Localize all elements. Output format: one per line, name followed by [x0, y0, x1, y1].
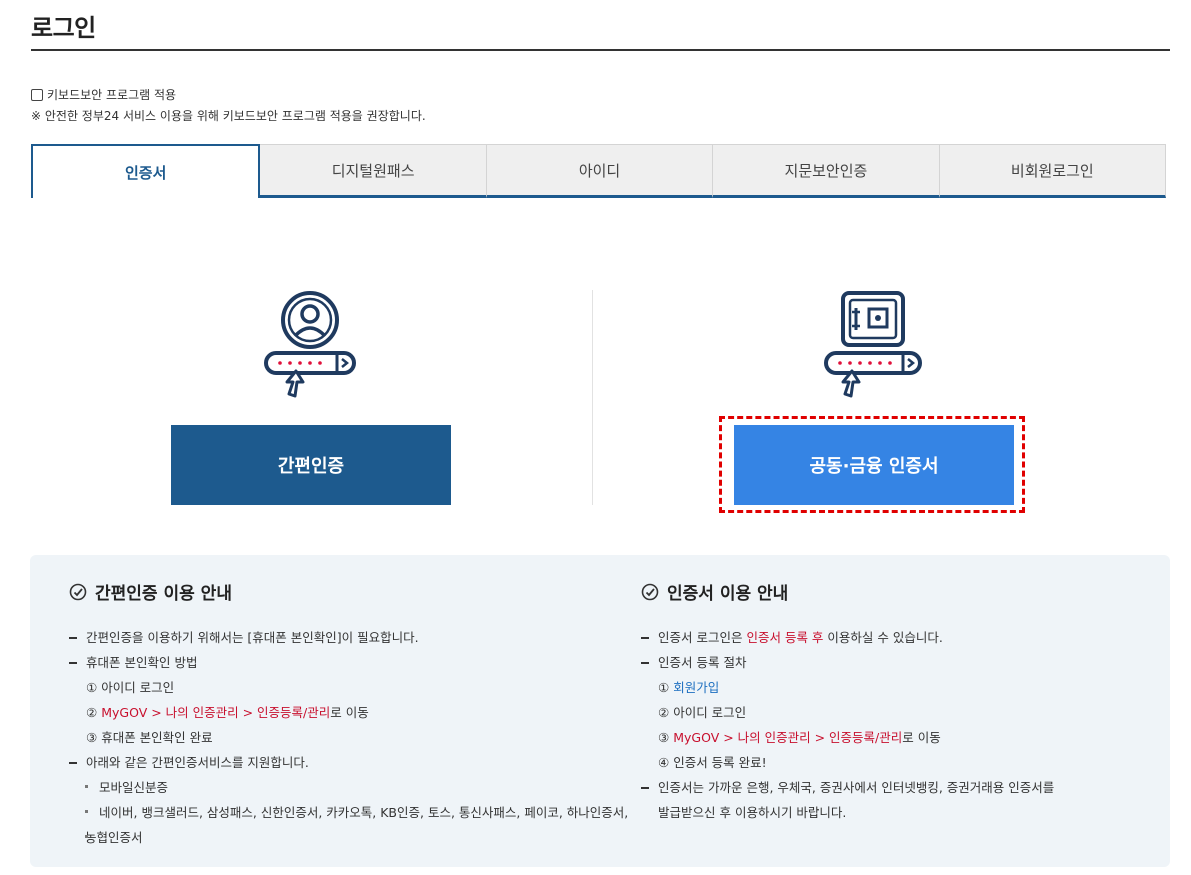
guide-step: ③ 휴대폰 본인확인 완료: [69, 725, 629, 750]
tab-fingerprint[interactable]: 지문보안인증: [713, 144, 940, 198]
guide-heading: 인증서 이용 안내: [641, 579, 1141, 604]
mygov-cert-link[interactable]: MyGOV > 나의 인증관리 > 인증등록/관리: [101, 705, 330, 720]
tab-label: 비회원로그인: [1010, 161, 1094, 180]
keyboard-security-checkbox[interactable]: [31, 88, 43, 101]
mygov-cert-link[interactable]: MyGOV > 나의 인증관리 > 인증등록/관리: [673, 730, 902, 745]
guide-step: ③ MyGOV > 나의 인증관리 > 인증등록/관리로 이동: [641, 725, 1141, 750]
page-title: 로그인: [31, 14, 96, 42]
keyboard-security-option[interactable]: 키보드보안 프로그램 적용: [31, 86, 176, 103]
guide-item-cont: 발급받으신 후 이용하시기 바랍니다.: [658, 805, 847, 820]
signup-link[interactable]: 회원가입: [673, 680, 719, 695]
title-divider: [31, 49, 1170, 51]
certificate-login-button[interactable]: 공동·금융 인증서: [734, 425, 1014, 505]
guide-title: 간편인증 이용 안내: [95, 584, 232, 604]
keyboard-security-notice: ※ 안전한 정부24 서비스 이용을 위해 키보드보안 프로그램 적용을 권장합…: [31, 109, 426, 123]
service-item: 모바일신분증: [69, 775, 629, 800]
tab-label: 디지털원패스: [331, 161, 415, 180]
guide-item: 아래와 같은 간편인증서비스를 지원합니다.: [69, 750, 629, 775]
check-circle-icon: [69, 583, 87, 600]
guide-step: ② MyGOV > 나의 인증관리 > 인증등록/관리로 이동: [69, 700, 629, 725]
keyboard-security-label: 키보드보안 프로그램 적용: [47, 88, 177, 102]
step-text: 아이디 로그인: [101, 680, 175, 695]
item-text: 인증서 로그인은: [658, 630, 743, 645]
tab-non-member[interactable]: 비회원로그인: [939, 144, 1167, 198]
safe-card-icon: [823, 290, 923, 404]
guide-item: 휴대폰 본인확인 방법: [69, 650, 629, 675]
step-number: ①: [86, 680, 98, 695]
service-text: 농협인증서: [85, 830, 143, 845]
step-text: 인증서 등록 완료!: [673, 755, 767, 770]
tab-id[interactable]: 아이디: [486, 144, 714, 198]
item-highlight: 인증서 등록 후: [746, 630, 824, 645]
certificate-guide: 인증서 이용 안내 인증서 로그인은 인증서 등록 후 이용하실 수 있습니다.…: [641, 579, 1141, 825]
service-item-cont: 농협인증서: [69, 825, 629, 850]
login-method-tabs: 인증서 디지털원패스 아이디 지문보안인증 비회원로그인: [31, 144, 1167, 198]
guide-title: 인증서 이용 안내: [667, 584, 789, 604]
service-item: 네이버, 뱅크샐러드, 삼성패스, 신한인증서, 카카오톡, KB인증, 토스,…: [69, 800, 629, 825]
step-text: 아이디 로그인: [673, 705, 747, 720]
step-text: 로 이동: [902, 730, 941, 745]
guide-item: 인증서 로그인은 인증서 등록 후 이용하실 수 있습니다.: [641, 625, 1141, 650]
step-text: 휴대폰 본인확인 완료: [101, 730, 213, 745]
step-number: ③: [86, 730, 98, 745]
step-number: ③: [658, 730, 670, 745]
usage-guide-panel: 간편인증 이용 안내 간편인증을 이용하기 위해서는 [휴대폰 본인확인]이 필…: [30, 555, 1170, 867]
guide-step: ② 아이디 로그인: [641, 700, 1141, 725]
step-number: ②: [658, 705, 670, 720]
step-text: 로 이동: [330, 705, 369, 720]
tab-label: 지문보안인증: [784, 161, 868, 180]
tab-label: 인증서: [125, 163, 167, 182]
guide-step: ① 회원가입: [641, 675, 1141, 700]
check-circle-icon: [641, 583, 659, 600]
step-number: ④: [658, 755, 670, 770]
guide-step: ① 아이디 로그인: [69, 675, 629, 700]
item-text: 이용하실 수 있습니다.: [827, 630, 943, 645]
guide-heading: 간편인증 이용 안내: [69, 579, 629, 604]
options-divider: [592, 290, 593, 505]
simple-auth-guide: 간편인증 이용 안내 간편인증을 이용하기 위해서는 [휴대폰 본인확인]이 필…: [69, 579, 629, 850]
person-card-icon: [263, 290, 359, 404]
step-number: ②: [86, 705, 98, 720]
simple-auth-button[interactable]: 간편인증: [171, 425, 451, 505]
step-number: ①: [658, 680, 670, 695]
tab-digital-onepass[interactable]: 디지털원패스: [260, 144, 487, 198]
tab-certificate[interactable]: 인증서: [31, 144, 261, 198]
guide-item: 인증서는 가까운 은행, 우체국, 증권사에서 인터넷뱅킹, 증권거래용 인증서…: [641, 775, 1141, 800]
guide-item: 인증서 등록 절차: [641, 650, 1141, 675]
tab-label: 아이디: [578, 161, 621, 180]
guide-step: ④ 인증서 등록 완료!: [641, 750, 1141, 775]
guide-item: 간편인증을 이용하기 위해서는 [휴대폰 본인확인]이 필요합니다.: [69, 625, 629, 650]
